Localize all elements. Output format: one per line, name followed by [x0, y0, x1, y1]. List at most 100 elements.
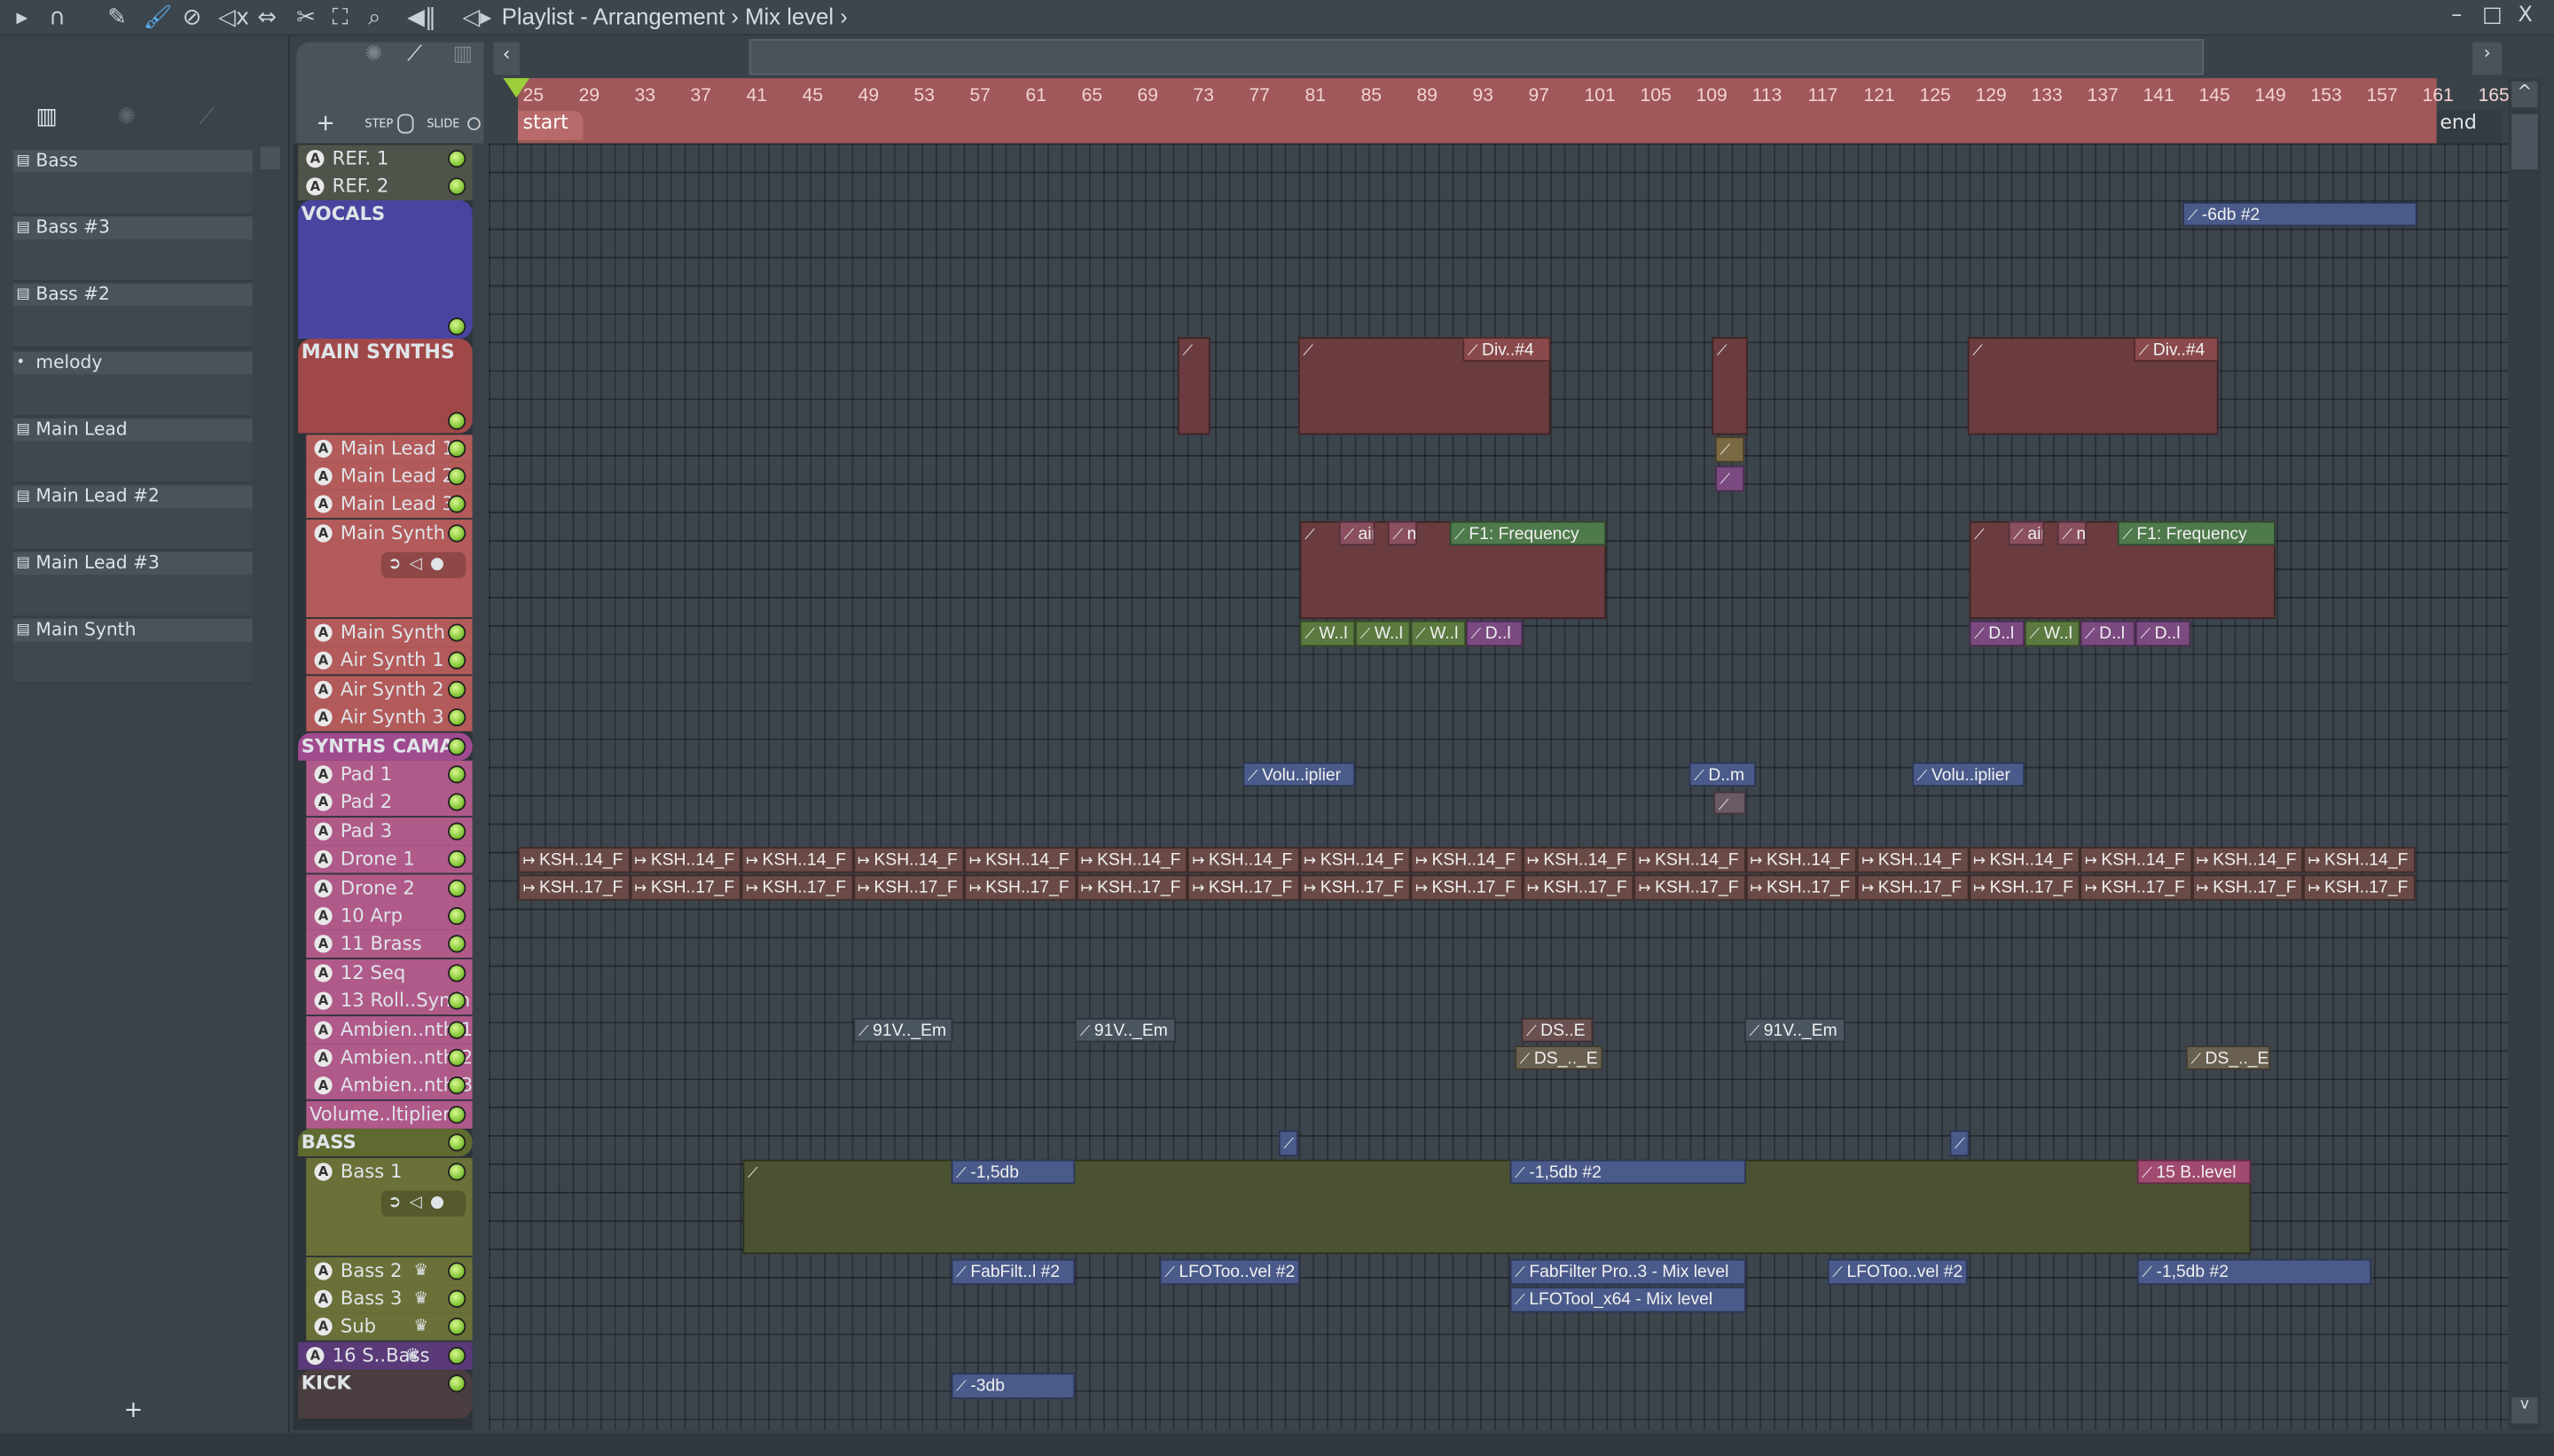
- pattern-clip-ksh17[interactable]: ↦ KSH..17_F: [740, 874, 853, 901]
- scroll-right-button[interactable]: ›: [2472, 42, 2503, 75]
- slide-toggle[interactable]: [467, 117, 481, 130]
- breadcrumb-mix-level[interactable]: Mix level: [745, 4, 834, 29]
- playback-icon[interactable]: ◀‖: [407, 4, 436, 33]
- track-header[interactable]: MAIN SYNTHS: [298, 339, 473, 434]
- track-header[interactable]: SYNTHS CAMA: [298, 732, 473, 761]
- track-header[interactable]: A 11 Brass: [306, 929, 473, 958]
- scroll-up-button[interactable]: ^: [2511, 81, 2538, 108]
- track-header[interactable]: A Ambien..nth 3: [306, 1071, 473, 1100]
- clip-lfotoo[interactable]: ⟋ LFOToo..vel #2: [1827, 1258, 1968, 1286]
- end-marker[interactable]: end: [2436, 110, 2503, 144]
- pattern-clip-ksh17[interactable]: ↦ KSH..17_F: [1410, 874, 1523, 901]
- automation-clip-icon[interactable]: ⟋: [407, 43, 422, 67]
- clip-wl[interactable]: ⟋ W..l: [1355, 620, 1411, 647]
- pattern-clip-ksh14[interactable]: ↦ KSH..14_F: [1745, 847, 1857, 873]
- clip-volu[interactable]: ⟋ Volu..iplier: [1242, 762, 1356, 787]
- track-header[interactable]: BASS: [298, 1128, 473, 1157]
- track-header[interactable]: A Bass 3 ♛: [306, 1285, 473, 1313]
- track-header[interactable]: A Air Synth 1: [306, 646, 473, 675]
- clip-dm[interactable]: ⟋ D..m: [1688, 762, 1756, 787]
- speaker-icon[interactable]: ◁▸: [463, 4, 492, 33]
- track-enable-led[interactable]: [448, 1133, 466, 1152]
- pattern-clip-ksh14[interactable]: ↦ KSH..14_F: [1410, 847, 1523, 873]
- track-enable-led[interactable]: [448, 879, 466, 898]
- start-marker[interactable]: start: [518, 110, 584, 140]
- track-header[interactable]: A 10 Arp: [306, 902, 473, 930]
- automation-clip[interactable]: ⟋: [1715, 466, 1745, 492]
- track-header[interactable]: A Pad 3: [306, 818, 473, 846]
- clip-ain[interactable]: ⟋ ain: [2008, 521, 2045, 546]
- track-enable-led[interactable]: [448, 1021, 466, 1039]
- track-enable-led[interactable]: [448, 1262, 466, 1280]
- automation-clip[interactable]: ⟋: [1177, 337, 1210, 435]
- track-header[interactable]: A Ambien..nth 1: [306, 1016, 473, 1045]
- track-enable-led[interactable]: [448, 1289, 466, 1308]
- clip-dl[interactable]: ⟋ D..l: [1466, 620, 1524, 647]
- overview-scrollbar[interactable]: [748, 39, 2205, 75]
- pattern-clip-ksh17[interactable]: ↦ KSH..17_F: [1633, 874, 1746, 901]
- pattern-clip-ksh17[interactable]: ↦ KSH..17_F: [964, 874, 1077, 901]
- browser-item[interactable]: ▤ Main Synth: [12, 619, 253, 643]
- delete-icon[interactable]: ⊘: [183, 4, 202, 33]
- automation-clip[interactable]: ⟋: [1278, 1130, 1298, 1157]
- clip-v91[interactable]: ⟋ 91V.._Em: [1075, 1017, 1177, 1043]
- brush-icon[interactable]: 🖌: [144, 4, 173, 33]
- track-enable-led[interactable]: [448, 1374, 466, 1393]
- track-enable-led[interactable]: [448, 708, 466, 727]
- clip-db3[interactable]: ⟋ -3db: [951, 1373, 1076, 1399]
- track-enable-led[interactable]: [448, 651, 466, 669]
- browser-item[interactable]: ▤ Bass #3: [12, 216, 253, 240]
- track-header[interactable]: A REF. 1: [298, 145, 473, 173]
- track-header[interactable]: A Sub ♛: [306, 1312, 473, 1341]
- pattern-clip-ksh14[interactable]: ↦ KSH..14_F: [2303, 847, 2415, 873]
- clip-wl[interactable]: ⟋ W..l: [1299, 620, 1356, 647]
- record-dot-icon[interactable]: ●: [430, 1194, 452, 1211]
- track-header[interactable]: A Air Synth 2: [306, 676, 473, 704]
- track-header[interactable]: A Main Synth 2: [306, 618, 473, 647]
- track-header[interactable]: A Main Lead 3: [306, 489, 473, 519]
- pattern-clip-ksh14[interactable]: ↦ KSH..14_F: [2080, 847, 2192, 873]
- audio-icon[interactable]: ◁: [410, 555, 430, 573]
- pencil-icon[interactable]: ✎: [107, 4, 127, 33]
- record-dot-icon[interactable]: ●: [430, 555, 452, 573]
- clip-ds_e[interactable]: ⟋ DS_.._E: [1515, 1045, 1603, 1070]
- pattern-clip-ksh14[interactable]: ↦ KSH..14_F: [1522, 847, 1634, 873]
- track-enable-led[interactable]: [448, 411, 466, 430]
- clip-nt[interactable]: ⟋ nt: [1387, 521, 1417, 546]
- route-icon[interactable]: ➲: [388, 555, 410, 573]
- track-enable-led[interactable]: [448, 765, 466, 784]
- track-enable-led[interactable]: [448, 907, 466, 926]
- track-enable-led[interactable]: [448, 822, 466, 841]
- pattern-clip-ksh17[interactable]: ↦ KSH..17_F: [629, 874, 741, 901]
- clip-dl[interactable]: ⟋ D..l: [1969, 620, 2025, 647]
- track-enable-led[interactable]: [448, 680, 466, 699]
- track-header[interactable]: A Pad 1: [306, 760, 473, 788]
- pattern-clip-ksh17[interactable]: ↦ KSH..17_F: [2191, 874, 2304, 901]
- pattern-clip-ksh14[interactable]: ↦ KSH..14_F: [852, 847, 965, 873]
- track-header[interactable]: VOCALS: [298, 200, 473, 340]
- pattern-clip-ksh14[interactable]: ↦ KSH..14_F: [1298, 847, 1411, 873]
- pattern-clip-ksh14[interactable]: ↦ KSH..14_F: [964, 847, 1077, 873]
- scroll-left-button[interactable]: ‹: [493, 42, 520, 75]
- clip-db6[interactable]: ⟋ -6db #2: [2182, 201, 2417, 227]
- track-header[interactable]: A 13 Roll..Synth: [306, 987, 473, 1015]
- route-icon[interactable]: ➲: [388, 1194, 410, 1211]
- clip-f1[interactable]: ⟋ F1: Frequency: [1449, 521, 1606, 546]
- pattern-clip-ksh14[interactable]: ↦ KSH..14_F: [1076, 847, 1187, 873]
- track-enable-led[interactable]: [448, 991, 466, 1010]
- automation-clip[interactable]: ⟋: [1712, 337, 1748, 435]
- pattern-clip-ksh14[interactable]: ↦ KSH..14_F: [629, 847, 741, 873]
- track-header[interactable]: A REF. 2: [298, 172, 473, 200]
- play-arrow-icon[interactable]: ▸: [16, 4, 27, 33]
- track-header[interactable]: Volume..ltiplier: [306, 1100, 473, 1129]
- horizontal-scrollbar[interactable]: [0, 1433, 2554, 1456]
- pattern-clip-ksh17[interactable]: ↦ KSH..17_F: [1968, 874, 2080, 901]
- track-header[interactable]: A Main Synth 1 ➲◁●: [306, 519, 473, 618]
- track-header[interactable]: A Bass 2 ♛: [306, 1256, 473, 1286]
- browser-item[interactable]: ▤ Bass #2: [12, 284, 253, 308]
- pattern-clip-ksh17[interactable]: ↦ KSH..17_F: [1856, 874, 1969, 901]
- pattern-clip-ksh17[interactable]: ↦ KSH..17_F: [852, 874, 965, 901]
- track-enable-led[interactable]: [448, 935, 466, 953]
- track-enable-led[interactable]: [448, 793, 466, 811]
- add-track-button[interactable]: +: [316, 111, 335, 137]
